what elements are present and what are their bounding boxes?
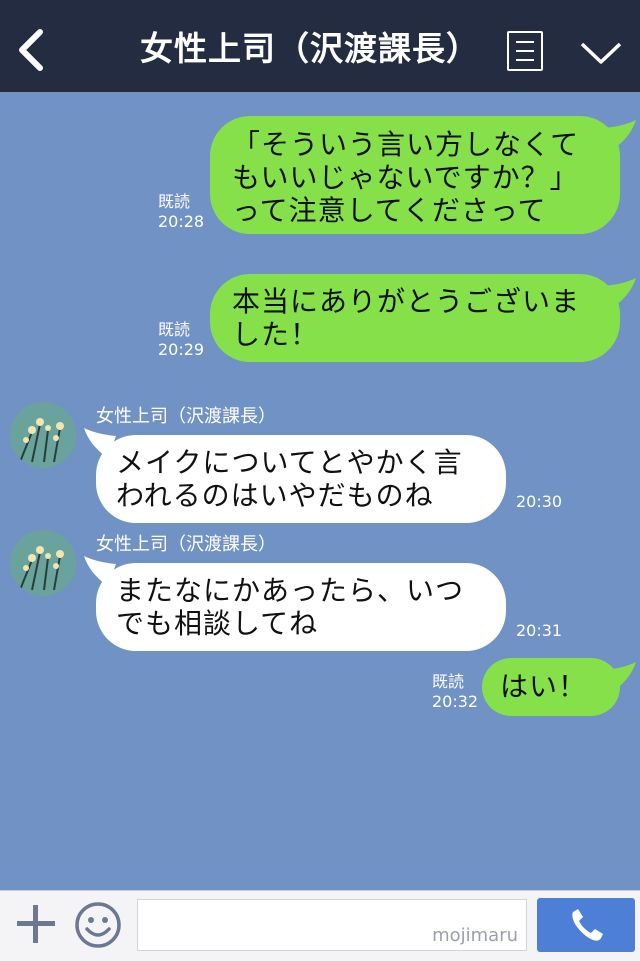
smiley-icon[interactable]: [74, 901, 122, 949]
avatar[interactable]: [10, 530, 76, 596]
sent-message-bubble[interactable]: 本当にありがとうございま した！: [210, 274, 620, 362]
message-text: 「そういう言い方しなくて もいいじゃないですか？」 って注意してくださって: [232, 128, 580, 227]
message-time: 20:32: [432, 692, 479, 711]
chat-title: 女性上司（沢渡課長）: [140, 29, 480, 68]
message-text: またなにかあったら、いつ でも相談してね: [116, 574, 465, 640]
message-text: 本当にありがとうございま した！: [232, 285, 581, 351]
read-receipt: 既読: [158, 320, 191, 339]
avatar[interactable]: [10, 402, 76, 468]
chat-area[interactable]: 既読 20:28 「そういう言い方しなくて もいいじゃないですか？」 って注意し…: [0, 92, 640, 890]
sent-message-bubble[interactable]: 「そういう言い方しなくて もいいじゃないですか？」 って注意してくださって: [210, 116, 620, 234]
avatar-image: [10, 402, 76, 468]
message-input[interactable]: mojimaru: [137, 899, 527, 951]
sent-message-bubble[interactable]: はい！: [482, 658, 620, 716]
plus-icon[interactable]: [16, 903, 56, 945]
message-meta: 既読 20:28: [158, 192, 204, 232]
message-meta: 既読 20:29: [158, 320, 204, 360]
sender-name: 女性上司（沢渡課長）: [96, 534, 276, 555]
message-time: 20:31: [516, 621, 563, 640]
message-time: 20:30: [516, 492, 563, 511]
message-time: 20:28: [158, 212, 205, 231]
bubble-tail: [604, 662, 636, 692]
sender-name: 女性上司（沢渡課長）: [96, 406, 276, 427]
received-message-bubble[interactable]: またなにかあったら、いつ でも相談してね: [96, 563, 506, 651]
call-button[interactable]: [537, 898, 635, 952]
phone-icon: [572, 909, 603, 941]
bubble-tail: [604, 278, 636, 308]
message-composer: mojimaru: [0, 890, 640, 961]
message-text: メイクについてとやかく言 われるのはいやだものね: [116, 446, 463, 512]
chat-header: 女性上司（沢渡課長）: [0, 0, 640, 92]
watermark-text: mojimaru: [432, 925, 518, 946]
avatar-image: [10, 530, 76, 596]
bubble-tail: [604, 120, 636, 150]
received-message-bubble[interactable]: メイクについてとやかく言 われるのはいやだものね: [96, 435, 506, 523]
message-meta: 既読 20:32: [432, 672, 478, 712]
chevron-left-icon[interactable]: [14, 28, 50, 72]
chevron-down-icon[interactable]: [578, 38, 624, 68]
read-receipt: 既読: [432, 672, 465, 691]
notes-icon[interactable]: [507, 31, 543, 71]
message-text: はい！: [500, 670, 588, 703]
message-time: 20:29: [158, 340, 205, 359]
read-receipt: 既読: [158, 192, 191, 211]
